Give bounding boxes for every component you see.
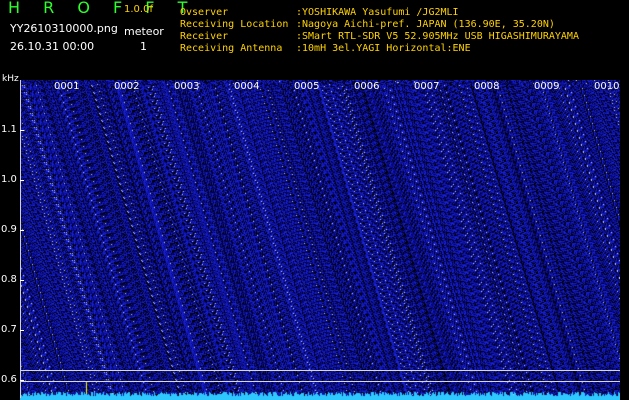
x-tick-label: 0010 xyxy=(594,81,620,92)
x-tick-label: 0009 xyxy=(534,81,560,92)
info-receiver-value: :SMart RTL-SDR V5 52.905MHz USB HIGASHIM… xyxy=(296,31,579,42)
x-tick-label: 0001 xyxy=(54,81,80,92)
y-tick-label: 0.9 xyxy=(1,224,17,235)
x-tick-label: 0002 xyxy=(114,81,140,92)
x-tick-label: 0008 xyxy=(474,81,500,92)
info-antenna-key: Receiving Antenna xyxy=(180,43,283,54)
x-tick-label: 0007 xyxy=(414,81,440,92)
y-tick-mark xyxy=(20,280,24,281)
capture-datetime: 26.10.31 00:00 xyxy=(10,40,95,53)
spectrogram xyxy=(20,80,620,400)
image-filename: YY2610310000.png xyxy=(10,22,118,35)
y-tick-label: 1.1 xyxy=(1,124,17,135)
y-tick-mark xyxy=(20,180,24,181)
info-location-key: Receiving Location xyxy=(180,19,289,30)
x-tick-label: 0004 xyxy=(234,81,260,92)
y-tick-mark xyxy=(20,380,24,381)
meteor-label: meteor xyxy=(124,25,164,38)
info-observer-key: Ovserver xyxy=(180,7,229,18)
y-tick-mark xyxy=(20,330,24,331)
y-tick-label: 0.6 xyxy=(1,374,17,385)
info-location-value: :Nagoya Aichi-pref. JAPAN (136.90E, 35.2… xyxy=(296,19,555,30)
y-axis-unit: kHz xyxy=(2,74,19,84)
info-receiver-key: Receiver xyxy=(180,31,229,42)
x-tick-label: 0006 xyxy=(354,81,380,92)
y-tick-label: 0.7 xyxy=(1,324,17,335)
info-observer-value: :YOSHIKAWA Yasufumi /JG2MLI xyxy=(296,7,459,18)
y-tick-label: 1.0 xyxy=(1,174,17,185)
app-brand: H R O F F T xyxy=(8,0,197,17)
right-margin xyxy=(620,80,629,400)
x-tick-label: 0003 xyxy=(174,81,200,92)
band-line-lower xyxy=(20,381,620,382)
y-tick-mark xyxy=(20,230,24,231)
y-tick-mark xyxy=(20,130,24,131)
info-antenna-value: :10mH 3el.YAGI Horizontal:ENE xyxy=(296,43,471,54)
app-version: 1.0.0f xyxy=(124,4,153,15)
meteor-count: 1 xyxy=(140,40,147,53)
x-tick-label: 0005 xyxy=(294,81,320,92)
y-tick-label: 0.8 xyxy=(1,274,17,285)
band-line-upper xyxy=(20,370,620,371)
hroft-window: H R O F F T 1.0.0f YY2610310000.png mete… xyxy=(0,0,629,400)
